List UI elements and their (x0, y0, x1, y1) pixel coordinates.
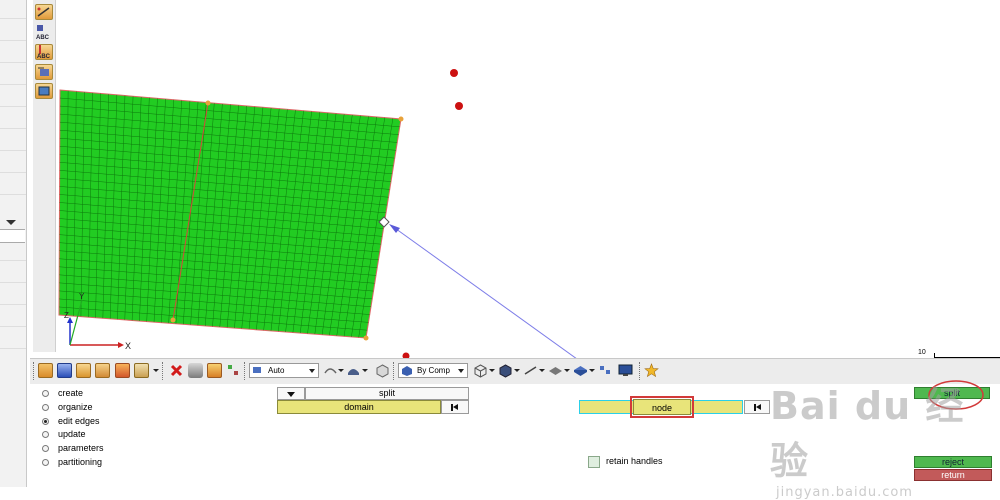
visualization-toolbar: ABC ABC (33, 0, 56, 352)
line-icon[interactable] (523, 363, 538, 378)
baidu-watermark: Bai du 经验 jingyan.baidu.com (770, 375, 1000, 500)
align-icon[interactable] (35, 4, 53, 20)
radio-indicator-icon (42, 431, 49, 439)
assembly-icon[interactable] (57, 363, 72, 378)
abc-label: ABC (37, 54, 50, 60)
left-dock-panel (0, 0, 27, 487)
axis-y-label: Y (79, 292, 85, 301)
node-point[interactable] (450, 69, 458, 77)
watermark-url: jingyan.baidu.com (776, 485, 913, 500)
shaded-mode-icon[interactable] (346, 363, 361, 378)
node-reset-button[interactable] (744, 400, 770, 414)
split-mode-label[interactable]: split (305, 387, 469, 400)
solid-icon[interactable] (573, 363, 588, 378)
radio-label: edit edges (58, 415, 100, 426)
node-point[interactable] (455, 102, 463, 110)
radio-label: partitioning (58, 457, 103, 467)
auto-select-value: Auto (268, 366, 285, 375)
monitor-icon[interactable] (618, 363, 633, 378)
property-icon[interactable] (95, 363, 110, 378)
by-comp-value: By Comp (417, 366, 450, 375)
watermark-brand: Bai du 经验 (770, 384, 965, 483)
dock-field[interactable] (0, 229, 25, 243)
mesh-surface[interactable] (58, 89, 404, 341)
surface-icon[interactable] (548, 363, 563, 378)
mask-icon[interactable] (188, 363, 203, 378)
numbers-icon[interactable]: ABC (35, 44, 53, 60)
radio-label: parameters (58, 443, 104, 454)
radio-indicator-icon (42, 390, 49, 397)
domain-reset-button[interactable] (441, 400, 469, 414)
auto-select[interactable]: Auto (249, 363, 319, 378)
delete-icon[interactable] (169, 363, 184, 378)
by-comp-select[interactable]: By Comp (398, 363, 468, 378)
selection-arrow (389, 224, 577, 358)
node-selector-label: node (630, 396, 694, 418)
organize-icon[interactable] (226, 363, 241, 378)
view-icon[interactable] (35, 64, 53, 80)
radio-organize[interactable]: organize (40, 401, 93, 414)
radio-create[interactable]: create (40, 387, 83, 400)
iso-view-icon[interactable] (375, 363, 390, 378)
axis-z-label: Z (64, 311, 69, 320)
graphics-viewport[interactable]: Z Y X (56, 0, 1000, 358)
axis-x-label: X (125, 341, 131, 351)
radio-label: create (58, 388, 84, 398)
radio-update[interactable]: update (40, 428, 86, 441)
shaded-elements-icon[interactable] (498, 363, 513, 378)
radio-indicator-icon (42, 459, 49, 466)
node-selector[interactable]: node (579, 396, 743, 418)
collapse-arrow-icon[interactable] (6, 220, 16, 225)
wireframe-icon[interactable] (473, 363, 488, 378)
output-block-icon[interactable] (134, 363, 149, 378)
card-icon[interactable] (35, 83, 53, 99)
split-mode-dropdown[interactable] (277, 387, 305, 400)
load-collector-icon[interactable] (115, 363, 130, 378)
radio-label: organize (58, 401, 93, 412)
radio-edit-edges[interactable]: edit edges (40, 415, 100, 428)
display-mode-icon[interactable] (323, 363, 338, 378)
radio-partitioning[interactable]: partitioning (40, 456, 102, 469)
scale-bar: 10 (918, 349, 1000, 358)
favorite-star-icon[interactable] (644, 363, 659, 378)
radio-indicator-icon (42, 445, 49, 453)
radio-parameters[interactable]: parameters (40, 442, 104, 455)
material-icon[interactable] (76, 363, 91, 378)
text-label-icon[interactable]: ABC (35, 24, 53, 41)
radio-indicator-icon (42, 403, 49, 411)
retain-handles-checkbox[interactable] (588, 456, 600, 468)
radio-label: update (58, 429, 86, 440)
abc-label: ABC (36, 35, 49, 41)
domain-selector[interactable]: domain (277, 400, 441, 414)
model-browser-icon[interactable] (598, 363, 613, 378)
component-icon[interactable] (38, 363, 53, 378)
find-icon[interactable] (207, 363, 222, 378)
radio-indicator-icon (42, 417, 49, 425)
scale-label: 10 (918, 349, 926, 356)
retain-handles-label: retain handles (606, 456, 663, 466)
